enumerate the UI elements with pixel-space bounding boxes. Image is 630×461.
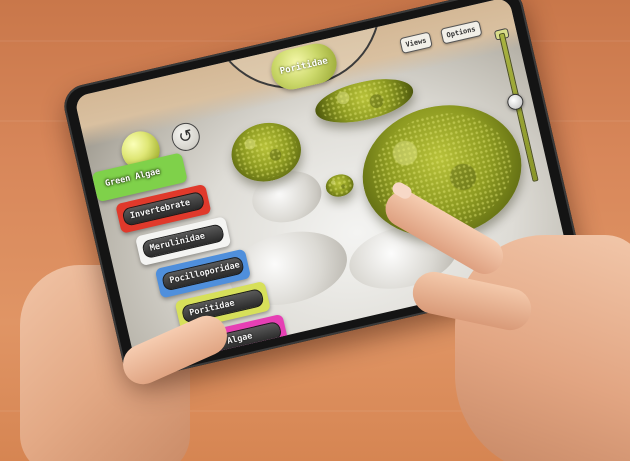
category-label: Invertebrate [121, 190, 206, 227]
selected-species-label: Poritidae [279, 56, 329, 77]
undo-icon: ↺ [176, 125, 195, 148]
photo-scene: Poritidae ↺ Views Options Green Algae In… [0, 0, 630, 461]
category-label: Green Algae [104, 166, 162, 190]
coral-fragment[interactable] [323, 171, 356, 200]
category-label: Merulinidae [141, 223, 226, 260]
